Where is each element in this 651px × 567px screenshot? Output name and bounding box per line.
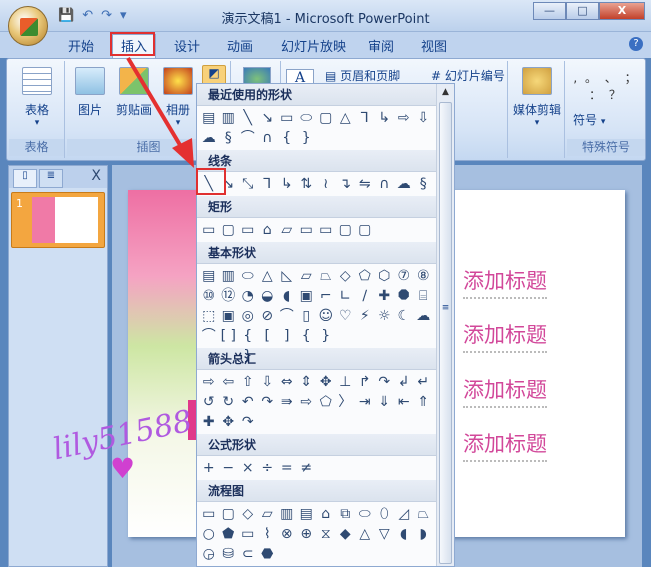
highlight-line-shape xyxy=(196,168,226,195)
red-arrow-icon xyxy=(126,56,194,168)
highlight-insert-tab xyxy=(110,32,155,56)
